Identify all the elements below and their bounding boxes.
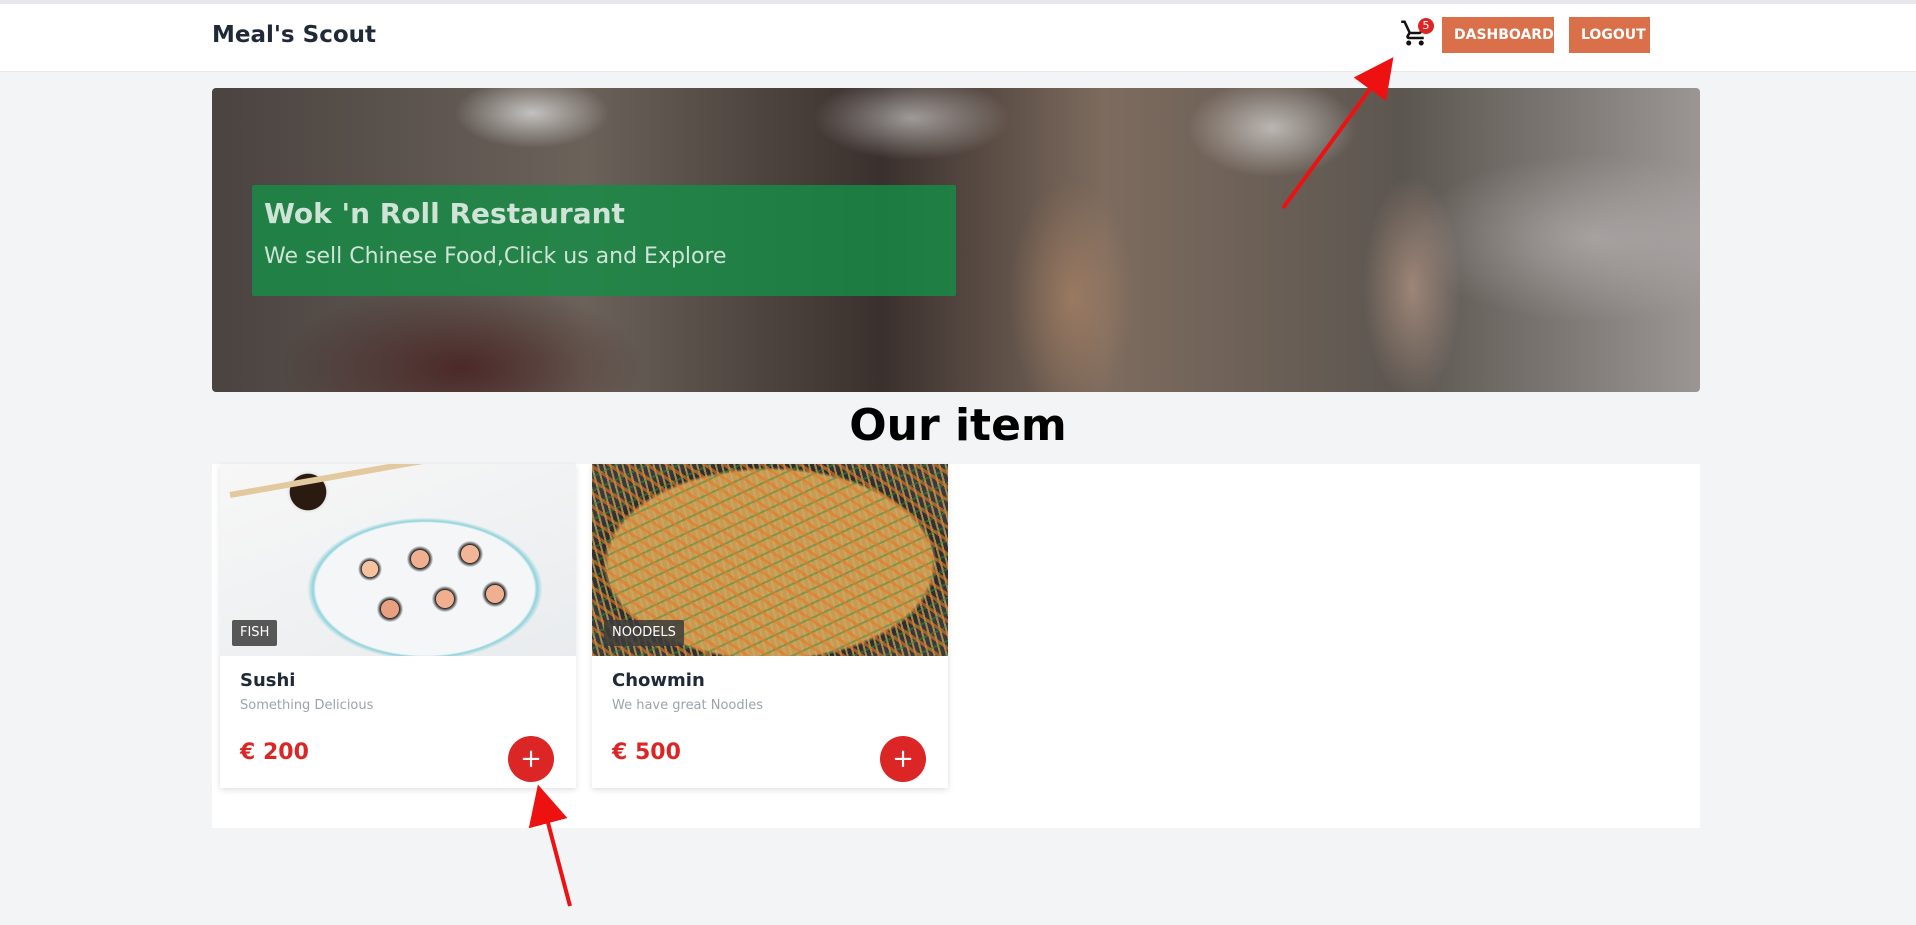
item-price: € 500 xyxy=(612,740,681,765)
item-card[interactable]: FISH Sushi Something Delicious € 200 + xyxy=(220,464,576,788)
category-badge: FISH xyxy=(232,620,278,646)
item-card-body: Sushi Something Delicious € 200 + xyxy=(220,656,576,788)
restaurant-name: Wok 'n Roll Restaurant xyxy=(264,197,625,230)
item-name: Sushi xyxy=(240,670,296,691)
restaurant-tagline: We sell Chinese Food,Click us and Explor… xyxy=(264,244,727,269)
chopsticks-graphic xyxy=(229,464,467,498)
item-image-sushi: FISH xyxy=(220,464,576,656)
hero-caption[interactable]: Wok 'n Roll Restaurant We sell Chinese F… xyxy=(252,185,956,296)
restaurant-hero-banner[interactable]: Wok 'n Roll Restaurant We sell Chinese F… xyxy=(212,88,1700,392)
navbar: Meal's Scout 5 DASHBOARD LOGOUT xyxy=(0,4,1916,72)
item-card[interactable]: NOODELS Chowmin We have great Noodles € … xyxy=(592,464,948,788)
section-title: Our item xyxy=(849,400,1067,451)
item-image-chowmin: NOODELS xyxy=(592,464,948,656)
add-to-cart-button[interactable]: + xyxy=(880,736,926,782)
add-to-cart-button[interactable]: + xyxy=(508,736,554,782)
logout-button[interactable]: LOGOUT xyxy=(1569,17,1650,53)
item-price: € 200 xyxy=(240,740,309,765)
item-card-body: Chowmin We have great Noodles € 500 + xyxy=(592,656,948,788)
items-panel: FISH Sushi Something Delicious € 200 + N… xyxy=(212,464,1700,828)
item-description: We have great Noodles xyxy=(612,698,764,713)
category-badge: NOODELS xyxy=(604,620,684,646)
item-description: Something Delicious xyxy=(240,698,374,713)
dashboard-button[interactable]: DASHBOARD xyxy=(1442,17,1554,53)
brand-logo-text[interactable]: Meal's Scout xyxy=(212,22,376,48)
cart-button[interactable]: 5 xyxy=(1400,18,1434,50)
cart-count-badge: 5 xyxy=(1418,18,1434,34)
item-name: Chowmin xyxy=(612,670,705,691)
